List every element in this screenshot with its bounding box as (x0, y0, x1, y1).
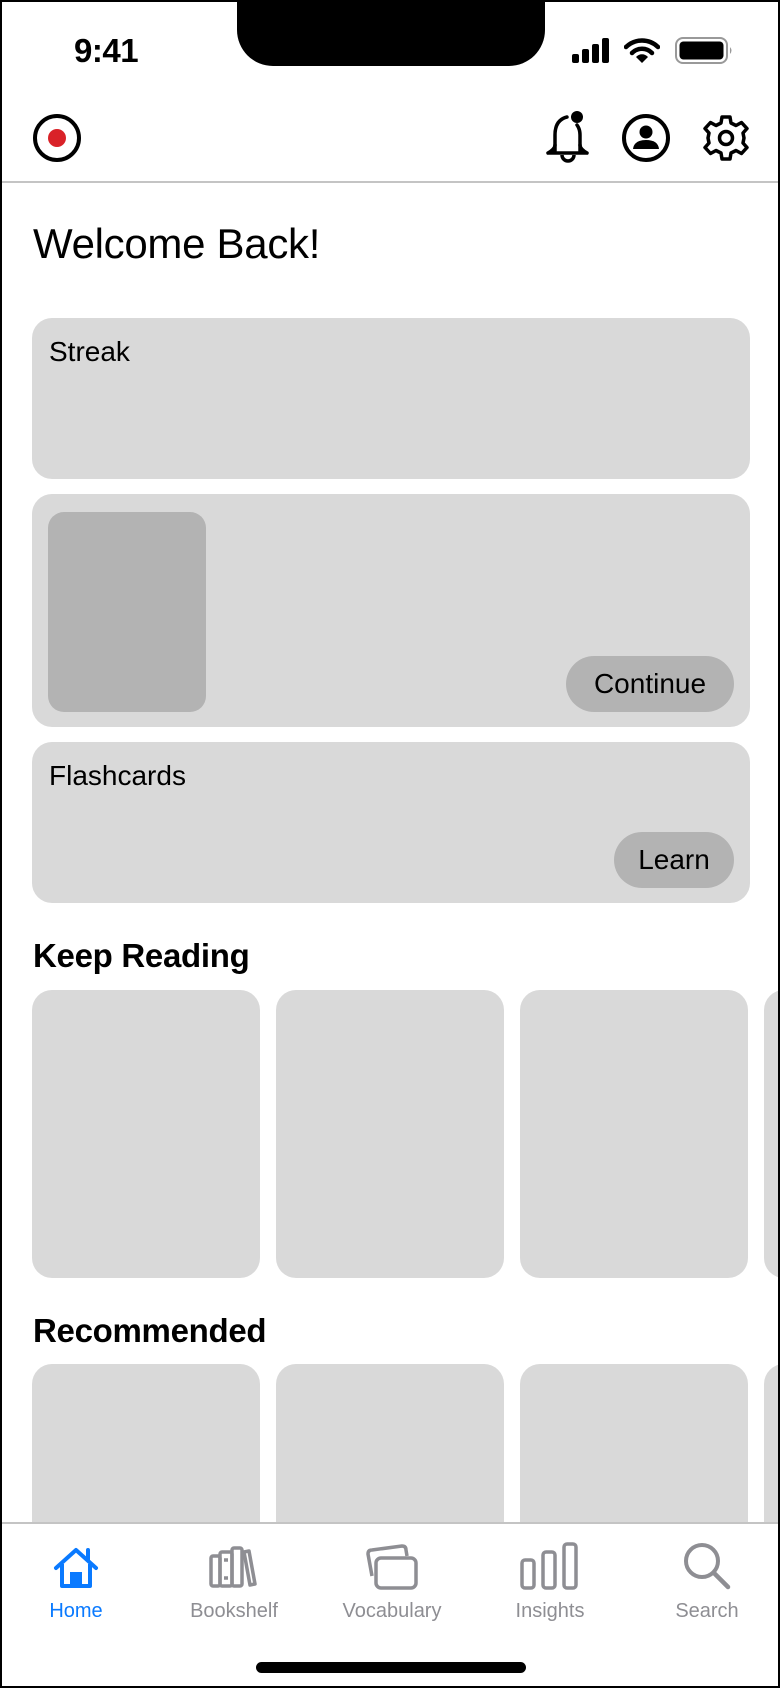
phone-screen: 9:41 Welcome Back! Streak Continue Flash… (0, 0, 780, 1688)
keep-reading-heading: Keep Reading (33, 937, 250, 974)
tab-insights-label: Insights (515, 1600, 585, 1622)
continue-reading-card[interactable]: Continue (32, 494, 750, 727)
battery-icon (675, 37, 735, 65)
tab-vocabulary-label: Vocabulary (342, 1600, 442, 1622)
profile-button[interactable] (621, 113, 671, 163)
keep-reading-item[interactable] (764, 990, 778, 1278)
recommended-heading: Recommended (33, 1312, 267, 1349)
search-icon (684, 1543, 731, 1590)
bookshelf-icon (209, 1546, 257, 1588)
book-cover-thumbnail (48, 512, 206, 712)
tab-home[interactable]: Home (2, 1534, 154, 1644)
streak-card[interactable]: Streak (32, 318, 750, 479)
device-notch (237, 2, 545, 66)
record-logo-icon (33, 114, 81, 162)
page-title: Welcome Back! (33, 220, 321, 267)
flashcards-card[interactable]: Flashcards Learn (32, 742, 750, 903)
flashcards-card-label: Flashcards (49, 760, 186, 791)
bell-icon (546, 111, 589, 163)
keep-reading-item[interactable] (520, 990, 748, 1278)
keep-reading-item[interactable] (32, 990, 260, 1278)
wifi-icon (624, 38, 660, 64)
settings-button[interactable] (701, 113, 751, 163)
status-time: 9:41 (74, 32, 139, 69)
learn-button[interactable]: Learn (614, 832, 734, 888)
tab-home-label: Home (49, 1600, 103, 1622)
vocabulary-cards-icon (366, 1544, 418, 1590)
header-divider (2, 181, 778, 183)
tab-vocabulary[interactable]: Vocabulary (314, 1534, 470, 1644)
keep-reading-item[interactable] (276, 990, 504, 1278)
continue-button[interactable]: Continue (566, 656, 734, 712)
tab-bookshelf-label: Bookshelf (190, 1600, 278, 1622)
insights-chart-icon (520, 1542, 578, 1590)
home-indicator[interactable] (256, 1662, 526, 1673)
tab-search-label: Search (675, 1600, 739, 1622)
tab-insights[interactable]: Insights (472, 1534, 628, 1644)
tab-bookshelf[interactable]: Bookshelf (156, 1534, 312, 1644)
streak-card-label: Streak (49, 336, 130, 367)
tab-search[interactable]: Search (629, 1534, 778, 1644)
notifications-button[interactable] (543, 111, 593, 163)
gear-icon (703, 115, 749, 161)
cellular-signal-icon (572, 38, 612, 64)
home-icon (54, 1548, 98, 1588)
notification-badge (571, 111, 583, 123)
profile-icon (622, 114, 670, 162)
app-logo-button[interactable] (32, 113, 82, 163)
keep-reading-carousel[interactable] (2, 990, 778, 1278)
